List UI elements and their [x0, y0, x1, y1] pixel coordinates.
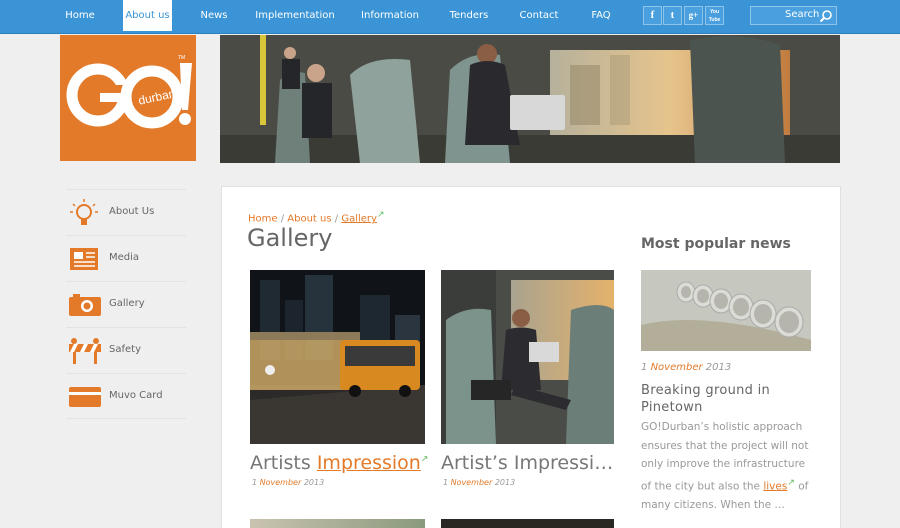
- breadcrumb-home[interactable]: Home: [248, 213, 278, 224]
- gallery-item-date: 1 November 2013: [252, 478, 324, 487]
- sidebar-item-about-us[interactable]: About Us: [66, 189, 186, 235]
- googleplus-icon[interactable]: g+: [684, 6, 703, 25]
- breadcrumb-about[interactable]: About us: [287, 213, 331, 224]
- sidebar-item-media[interactable]: Media: [66, 235, 186, 281]
- breadcrumb: Home / About us / Gallery↗: [248, 210, 385, 224]
- youtube-icon[interactable]: You Tube: [705, 6, 724, 25]
- sidebar-item-label: Muvo Card: [109, 390, 163, 401]
- date-day: 1: [443, 478, 449, 487]
- gallery-thumbnail[interactable]: [250, 270, 425, 444]
- breadcrumb-current[interactable]: Gallery: [341, 213, 377, 224]
- sidebar-item-gallery[interactable]: Gallery: [66, 281, 186, 327]
- hero-banner-image: [220, 35, 840, 163]
- twitter-icon[interactable]: t: [663, 6, 682, 25]
- gallery-thumbnail[interactable]: [441, 519, 614, 528]
- sidebar-item-label: Media: [109, 252, 140, 263]
- breadcrumb-separator: /: [334, 213, 339, 225]
- card-icon: [69, 387, 101, 407]
- popular-news-heading: Most popular news: [641, 236, 791, 252]
- date-year: 2013: [494, 478, 516, 487]
- sidebar-item-label: Gallery: [109, 298, 145, 309]
- logo-tm: TM: [178, 55, 185, 61]
- sidebar-item-safety[interactable]: Safety: [66, 327, 186, 373]
- sidebar-item-muvo-card[interactable]: Muvo Card: [66, 373, 186, 419]
- external-link-icon: ↗: [376, 210, 385, 220]
- gallery-item-date: 1 November 2013: [443, 478, 515, 487]
- news-title[interactable]: Breaking ground in Pinetown: [641, 382, 816, 416]
- news-inline-link[interactable]: lives: [763, 480, 787, 492]
- newspaper-icon: [70, 248, 98, 270]
- external-link-icon: ↗: [787, 477, 795, 488]
- date-month: November: [450, 478, 493, 487]
- nav-implementation[interactable]: Implementation: [254, 0, 336, 31]
- nav-tenders[interactable]: Tenders: [447, 0, 491, 31]
- date-year: 2013: [303, 478, 325, 487]
- barrier-icon: [69, 338, 101, 364]
- gallery-title-link[interactable]: Impression: [317, 452, 421, 474]
- nav-information[interactable]: Information: [358, 0, 422, 31]
- external-link-icon: ↗: [420, 454, 429, 465]
- nav-faq[interactable]: FAQ: [586, 0, 616, 31]
- nav-home[interactable]: Home: [56, 0, 104, 31]
- date-month: November: [259, 478, 302, 487]
- sidebar-item-label: Safety: [109, 344, 141, 355]
- news-thumbnail[interactable]: [641, 270, 811, 351]
- date-year: 2013: [705, 362, 732, 373]
- logo-sub-text: durban: [137, 86, 176, 107]
- nav-contact[interactable]: Contact: [516, 0, 562, 31]
- facebook-icon[interactable]: f: [643, 6, 662, 25]
- gallery-item-title: Artists Impression↗: [250, 452, 428, 474]
- gallery-thumbnail[interactable]: [441, 270, 614, 444]
- gallery-thumbnail[interactable]: [250, 519, 425, 528]
- lightbulb-icon: [70, 199, 98, 225]
- news-excerpt: GO!Durban’s holistic approach ensures th…: [641, 418, 816, 514]
- breadcrumb-separator: /: [280, 213, 285, 225]
- go-durban-logo: durban TM: [66, 55, 192, 129]
- camera-icon: [69, 294, 101, 316]
- sidebar-item-label: About Us: [109, 206, 155, 217]
- news-date: 1 November 2013: [641, 362, 731, 373]
- page-title: Gallery: [247, 224, 333, 252]
- date-day: 1: [641, 362, 648, 373]
- search-icon[interactable]: [819, 9, 833, 23]
- gallery-title-prefix: Artists: [250, 452, 317, 474]
- date-day: 1: [252, 478, 258, 487]
- date-month: November: [650, 362, 703, 373]
- nav-about-us[interactable]: About us: [123, 0, 172, 31]
- search-label: Search: [785, 9, 820, 20]
- top-nav-bar: Home About us News Implementation Inform…: [0, 0, 900, 34]
- nav-news[interactable]: News: [196, 0, 232, 31]
- site-logo[interactable]: durban TM: [60, 35, 196, 161]
- gallery-item-title[interactable]: Artist’s Impressi…: [441, 452, 613, 474]
- search-field[interactable]: Search: [750, 6, 837, 25]
